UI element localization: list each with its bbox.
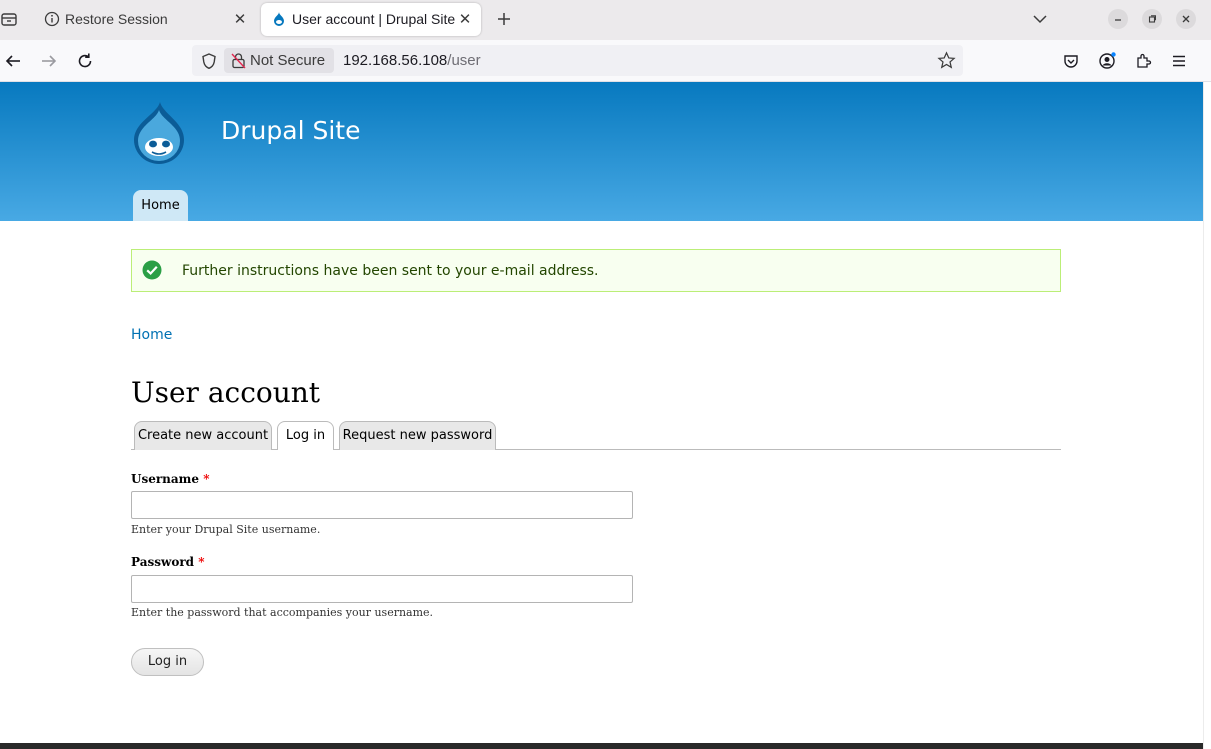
- nav-home-tab[interactable]: Home: [133, 190, 188, 221]
- tab-log-in[interactable]: Log in: [277, 421, 334, 450]
- insecure-lock-icon: [231, 53, 246, 69]
- pocket-icon[interactable]: [1062, 52, 1080, 70]
- tab-title: User account | Drupal Site: [292, 11, 456, 27]
- tab-title: Restore Session: [65, 11, 168, 27]
- close-tab-icon[interactable]: ✕: [457, 10, 473, 28]
- account-icon[interactable]: [1098, 52, 1116, 70]
- tab-list-icon[interactable]: [0, 10, 18, 28]
- username-label: Username *: [131, 472, 209, 486]
- browser-tab-user-account[interactable]: User account | Drupal Site ✕: [261, 3, 481, 36]
- password-description: Enter the password that accompanies your…: [131, 606, 434, 619]
- hamburger-menu-icon[interactable]: [1170, 52, 1188, 70]
- drupal-logo-icon[interactable]: [130, 100, 188, 166]
- close-window-button[interactable]: [1176, 9, 1196, 29]
- scrollbar-track[interactable]: [1203, 82, 1211, 749]
- password-label: Password *: [131, 555, 205, 569]
- breadcrumb-home-link[interactable]: Home: [131, 327, 172, 343]
- tab-request-new-password[interactable]: Request new password: [339, 421, 496, 450]
- page-title: User account: [131, 376, 321, 409]
- check-circle-icon: [142, 260, 162, 280]
- new-tab-icon[interactable]: [494, 9, 514, 29]
- username-field[interactable]: [131, 491, 633, 519]
- required-marker: *: [203, 472, 210, 486]
- url-text[interactable]: 192.168.56.108/user: [343, 52, 481, 69]
- drupal-drop-icon: [274, 12, 284, 26]
- reload-icon[interactable]: [76, 52, 94, 70]
- minimize-button[interactable]: [1108, 9, 1128, 29]
- site-name[interactable]: Drupal Site: [221, 116, 360, 145]
- forward-arrow-icon[interactable]: [40, 52, 58, 70]
- username-label-text: Username: [131, 472, 200, 486]
- site-footer: [0, 743, 1203, 749]
- url-host: 192.168.56.108: [343, 52, 448, 69]
- extensions-icon[interactable]: [1134, 52, 1152, 70]
- tab-create-new-account[interactable]: Create new account: [134, 421, 272, 450]
- browser-tab-restore-session[interactable]: Restore Session ✕: [34, 3, 258, 36]
- restore-button[interactable]: [1142, 9, 1162, 29]
- log-in-button[interactable]: Log in: [131, 648, 204, 676]
- back-arrow-icon[interactable]: [4, 52, 22, 70]
- info-icon: [44, 11, 60, 27]
- close-tab-icon[interactable]: ✕: [232, 10, 248, 28]
- not-secure-label: Not Secure: [250, 52, 326, 69]
- close-icon: [1182, 15, 1190, 23]
- status-message-text: Further instructions have been sent to y…: [182, 263, 599, 279]
- password-label-text: Password: [131, 555, 195, 569]
- password-field[interactable]: [131, 575, 633, 603]
- bookmark-star-icon[interactable]: [937, 51, 956, 70]
- url-path: /user: [447, 52, 481, 69]
- minimize-icon: [1115, 19, 1121, 21]
- chevron-down-icon[interactable]: [1032, 11, 1048, 27]
- required-marker: *: [198, 555, 205, 569]
- shield-icon[interactable]: [201, 52, 217, 70]
- restore-icon: [1148, 15, 1156, 23]
- username-description: Enter your Drupal Site username.: [131, 523, 321, 536]
